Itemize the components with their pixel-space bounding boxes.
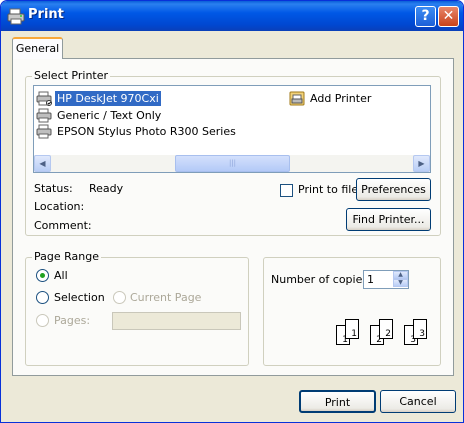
collate-page: 2 <box>379 319 393 339</box>
window-title: Print <box>28 7 64 22</box>
cancel-button[interactable]: Cancel <box>380 390 456 413</box>
print-dialog: Print ? ✕ General Select Printer HP Desk… <box>0 0 464 423</box>
tab-general[interactable]: General <box>12 37 63 59</box>
page-range-selection-radio[interactable] <box>36 291 49 304</box>
spin-up-button[interactable]: ▲ <box>393 271 408 279</box>
spin-down-button[interactable]: ▼ <box>393 279 408 287</box>
radio-selected-dot <box>40 273 45 278</box>
collate-illustration: 1 1 2 2 3 3 <box>336 319 436 349</box>
page-range-selection-label[interactable]: Selection <box>54 291 105 304</box>
copies-value: 1 <box>367 273 374 286</box>
page-range-label: Page Range <box>32 250 101 263</box>
printer-icon <box>36 108 52 123</box>
scroll-right-button[interactable]: ▶ <box>413 155 430 172</box>
page-range-pages-radio[interactable] <box>36 314 49 327</box>
printer-icon <box>36 91 52 106</box>
pages-input[interactable] <box>112 312 241 330</box>
status-label: Status: <box>34 182 73 195</box>
page-range-current-page-radio[interactable] <box>113 291 126 304</box>
page-range-all-label[interactable]: All <box>54 269 68 282</box>
collate-page: 3 <box>413 319 427 339</box>
printer-item-label: EPSON Stylus Photo R300 Series <box>57 125 236 138</box>
horizontal-scrollbar[interactable]: ◀ ||| ▶ <box>34 155 430 172</box>
location-label: Location: <box>34 200 85 213</box>
scroll-thumb[interactable]: ||| <box>175 155 290 172</box>
collate-page: 1 <box>345 319 359 339</box>
printer-list[interactable]: HP DeskJet 970Cxi Generic / Text Only EP… <box>33 85 431 173</box>
find-printer-button[interactable]: Find Printer... <box>346 208 431 231</box>
print-button[interactable]: Print <box>299 390 376 413</box>
add-printer-label: Add Printer <box>310 92 372 105</box>
add-printer-icon <box>289 91 305 106</box>
printer-icon <box>7 8 25 25</box>
printer-item-label: HP DeskJet 970Cxi <box>55 91 161 106</box>
page-range-pages-label[interactable]: Pages: <box>54 314 90 327</box>
copies-spinbox[interactable]: 1 ▲ ▼ <box>363 270 409 289</box>
comment-label: Comment: <box>34 219 92 232</box>
page-range-all-radio[interactable] <box>36 269 49 282</box>
printer-item-label: Generic / Text Only <box>57 109 162 122</box>
printer-icon <box>36 124 52 139</box>
title-bar[interactable]: Print ? ✕ <box>1 1 463 31</box>
scroll-left-button[interactable]: ◀ <box>34 155 51 172</box>
print-to-file-label[interactable]: Print to file <box>298 183 358 196</box>
copies-label: Number of copies: <box>271 273 372 286</box>
page-range-current-page-label[interactable]: Current Page <box>130 291 201 304</box>
preferences-button[interactable]: Preferences <box>356 178 431 201</box>
help-button[interactable]: ? <box>415 6 436 27</box>
status-value: Ready <box>89 182 124 195</box>
select-printer-label: Select Printer <box>32 69 111 82</box>
close-button[interactable]: ✕ <box>438 6 459 27</box>
print-to-file-checkbox[interactable] <box>280 184 293 197</box>
